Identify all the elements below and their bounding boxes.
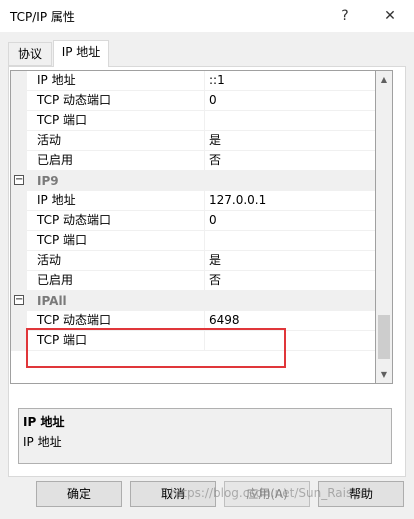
row-margin <box>11 191 27 211</box>
property-name: TCP 端口 <box>27 231 205 251</box>
category-label: IPAll <box>37 294 67 308</box>
description-text: IP 地址 <box>23 435 62 449</box>
property-row[interactable]: 活动是 <box>11 251 375 271</box>
scroll-thumb[interactable] <box>378 315 390 359</box>
help-icon[interactable]: ? <box>330 4 360 28</box>
vertical-scrollbar[interactable]: ▲ ▼ <box>376 70 393 384</box>
category-label: IP9 <box>37 174 59 188</box>
description-title: IP 地址 <box>23 415 65 429</box>
property-row[interactable]: TCP 动态端口 0 <box>11 211 375 231</box>
row-margin <box>11 311 27 331</box>
tab-protocol[interactable]: 协议 <box>8 42 52 66</box>
category-row[interactable]: − IPAll <box>11 291 375 311</box>
property-value[interactable] <box>205 111 375 131</box>
property-name: 已启用 <box>27 271 205 291</box>
tab-ip-address[interactable]: IP 地址 <box>53 40 109 67</box>
property-name: 活动 <box>27 131 205 151</box>
property-row[interactable]: 活动是 <box>11 131 375 151</box>
property-value[interactable]: ::1 <box>205 71 375 91</box>
property-name: TCP 端口 <box>27 111 205 131</box>
collapse-icon[interactable]: − <box>14 295 24 305</box>
ok-button[interactable]: 确定 <box>36 481 122 507</box>
row-margin <box>11 71 27 91</box>
property-value[interactable] <box>205 231 375 251</box>
property-row[interactable]: TCP 端口 <box>11 231 375 251</box>
property-name: TCP 动态端口 <box>27 211 205 231</box>
description-pane: IP 地址 IP 地址 <box>18 408 392 464</box>
property-row[interactable]: IP 地址 127.0.0.1 <box>11 191 375 211</box>
category-row[interactable]: − IP9 <box>11 171 375 191</box>
scroll-down-icon[interactable]: ▼ <box>376 366 392 383</box>
row-margin <box>11 111 27 131</box>
close-icon[interactable]: ✕ <box>372 4 408 28</box>
row-margin <box>11 91 27 111</box>
dialog-body: 协议 IP 地址 IP 地址::1 TCP 动态端口 0 TCP 端口 活动是已启用否 −… <box>0 32 414 519</box>
collapse-icon[interactable]: − <box>14 175 24 185</box>
scroll-up-icon[interactable]: ▲ <box>376 71 392 88</box>
property-name: IP 地址 <box>27 191 205 211</box>
property-value[interactable]: 127.0.0.1 <box>205 191 375 211</box>
property-value[interactable]: 0 <box>205 91 375 111</box>
property-row[interactable]: IP 地址::1 <box>11 71 375 91</box>
property-name: IP 地址 <box>27 71 205 91</box>
property-name: 活动 <box>27 251 205 271</box>
property-row[interactable]: 已启用否 <box>11 151 375 171</box>
property-value[interactable]: 否 <box>205 151 375 171</box>
property-name: TCP 动态端口 <box>27 91 205 111</box>
property-name: 已启用 <box>27 151 205 171</box>
watermark: https://blog.csdn.net/Sun_Raiser <box>170 486 365 500</box>
property-row[interactable]: 已启用否 <box>11 271 375 291</box>
row-margin <box>11 131 27 151</box>
property-value[interactable]: 否 <box>205 271 375 291</box>
row-margin <box>11 251 27 271</box>
row-margin <box>11 151 27 171</box>
row-margin <box>11 211 27 231</box>
window-title: TCP/IP 属性 <box>10 10 75 24</box>
annotation-highlight-box <box>26 328 286 368</box>
row-margin <box>11 231 27 251</box>
property-value[interactable]: 0 <box>205 211 375 231</box>
property-value[interactable]: 是 <box>205 251 375 271</box>
row-margin <box>11 271 27 291</box>
property-row[interactable]: TCP 动态端口 0 <box>11 91 375 111</box>
property-value[interactable]: 是 <box>205 131 375 151</box>
row-margin <box>11 331 27 351</box>
title-bar: TCP/IP 属性 ? ✕ <box>0 0 414 32</box>
property-row[interactable]: TCP 端口 <box>11 111 375 131</box>
